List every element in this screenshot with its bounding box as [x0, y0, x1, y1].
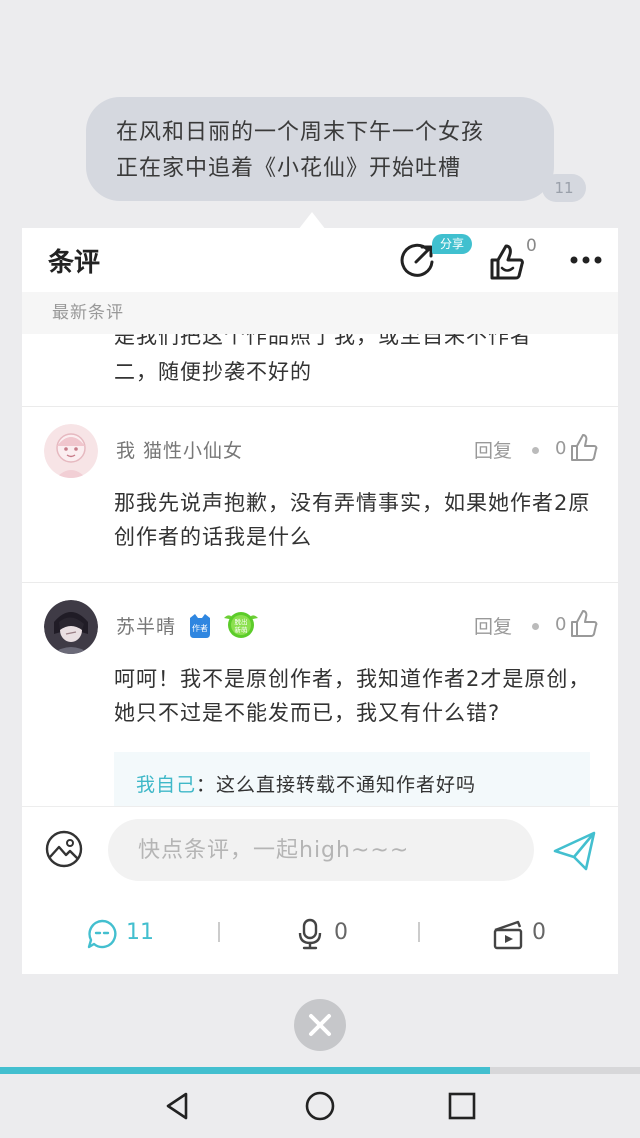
like-icon[interactable]: [568, 432, 598, 462]
tab-comments-count: 11: [126, 920, 154, 945]
section-label: 最新条评: [22, 292, 618, 334]
share-badge: 分享: [432, 234, 473, 254]
comment-text: 那我先说声抱歉，没有弄情事实，如果她作者2原创作者的话我是什么: [114, 491, 591, 549]
like-icon[interactable]: [568, 608, 598, 638]
panel-title: 条评: [48, 248, 101, 278]
clapper-icon: [493, 920, 523, 950]
comment-input-bar: [22, 806, 618, 894]
message-line-2: 正在家中追着《小花仙》开始吐槽: [116, 156, 462, 181]
reading-progress: [0, 1067, 640, 1074]
bottom-tabs: 11 0 0: [22, 894, 618, 974]
tab-video[interactable]: 0: [492, 916, 572, 952]
progress-fill: [0, 1067, 490, 1074]
svg-text:作者: 作者: [192, 623, 208, 633]
home-icon[interactable]: [302, 1088, 338, 1124]
back-icon[interactable]: [160, 1088, 196, 1124]
reply-button[interactable]: 回复: [474, 612, 512, 639]
system-nav-bar: [0, 1074, 640, 1138]
comment-author[interactable]: 苏半晴: [116, 612, 176, 639]
comment-input[interactable]: [108, 819, 534, 881]
tab-voice-count: 0: [334, 920, 348, 945]
quote-text: ：这么直接转载不通知作者好吗: [196, 774, 477, 796]
separator-dot: [532, 447, 539, 454]
divider: [22, 406, 618, 407]
message-bubble: 在风和日丽的一个周末下午一个女孩 正在家中追着《小花仙》开始吐槽: [86, 97, 554, 201]
author-badge-icon: 作者: [190, 614, 210, 638]
level-badge-icon: 脱出 新萌: [224, 612, 258, 638]
mic-icon: [298, 918, 322, 950]
comment-item: 我 猫性小仙女 回复 0 那我先说声抱歉，没有弄情事实，如果她作者2原创作者的话…: [22, 424, 618, 574]
quote-author[interactable]: 我自己: [136, 774, 196, 796]
separator-dot: [532, 623, 539, 630]
partial-line-1: 是我们把这个作品照了我，或至自来不作者: [114, 334, 532, 348]
like-icon[interactable]: [486, 242, 526, 282]
comment-author[interactable]: 我 猫性小仙女: [116, 436, 243, 463]
image-icon[interactable]: [44, 829, 84, 869]
comment-list[interactable]: 是我们把这个作品照了我，或至自来不作者 二，随便抄袭不好的 我 猫性小仙女 回复: [22, 334, 618, 806]
quoted-comment[interactable]: 我自己：这么直接转载不通知作者好吗: [114, 752, 590, 806]
comment-like-count: 0: [555, 438, 567, 459]
recents-icon[interactable]: [444, 1088, 480, 1124]
send-icon[interactable]: [552, 829, 598, 873]
tab-voice[interactable]: 0: [294, 916, 374, 952]
comment-text: 呵呵！我不是原创作者，我知道作者2才是原创，她只不过是不能发而已，我又有什么错?: [114, 667, 591, 725]
divider: [22, 582, 618, 583]
partial-line-2: 二，随便抄袭不好的: [114, 360, 312, 384]
comment-text-partial: 是我们把这个作品照了我，或至自来不作者 二，随便抄袭不好的: [114, 334, 594, 390]
tab-separator: [418, 922, 420, 942]
tab-separator: [218, 922, 220, 942]
more-icon[interactable]: [568, 244, 604, 276]
close-button[interactable]: [294, 999, 346, 1051]
message-line-1: 在风和日丽的一个周末下午一个女孩: [116, 120, 485, 145]
comment-panel: 条评 分享 0 最新条评 是我们把这个作品照了我，或至自来不作者 二，随便抄袭不…: [22, 228, 618, 974]
comment-count-badge[interactable]: 11: [542, 174, 586, 202]
tab-video-count: 0: [532, 920, 546, 945]
tab-comments[interactable]: 11: [86, 916, 166, 952]
like-count: 0: [526, 236, 537, 256]
svg-text:脱出: 脱出: [235, 617, 248, 626]
reply-button[interactable]: 回复: [474, 436, 512, 463]
svg-text:新萌: 新萌: [235, 625, 249, 634]
comment-icon: [87, 919, 117, 949]
panel-header: 条评 分享 0: [22, 228, 618, 292]
comment-item: 苏半晴 作者 脱出 新萌 回复 0 呵呵！我不是原创作者，我知道作者2才是原创，…: [22, 600, 618, 806]
avatar[interactable]: [44, 424, 98, 478]
close-icon: [309, 1014, 331, 1036]
comment-like-count: 0: [555, 614, 567, 635]
avatar[interactable]: [44, 600, 98, 654]
